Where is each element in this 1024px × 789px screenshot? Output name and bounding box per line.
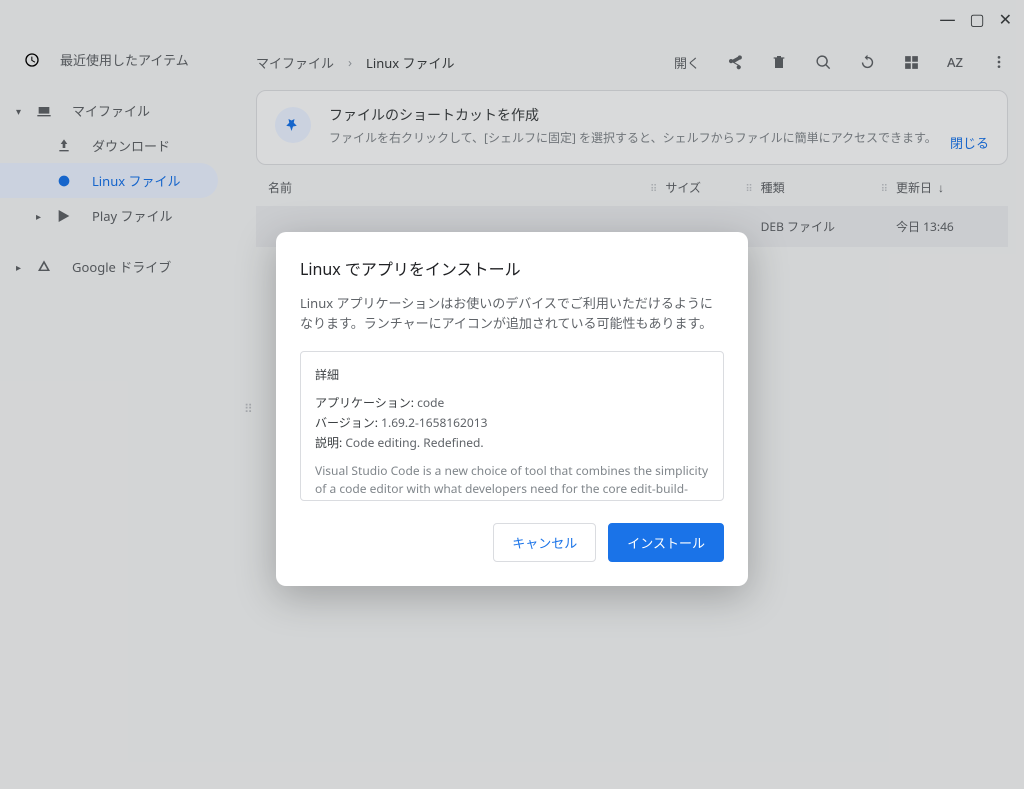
dialog-title: Linux でアプリをインストール [300,256,724,280]
long-description: Visual Studio Code is a new choice of to… [315,462,709,501]
details-label: 詳細 [315,366,709,384]
install-dialog: Linux でアプリをインストール Linux アプリケーションはお使いのデバイ… [276,232,748,586]
app-row: アプリケーション: code [315,394,709,412]
dialog-description: Linux アプリケーションはお使いのデバイスでご利用いただけるようになります。… [300,294,724,333]
install-button[interactable]: インストール [608,523,724,562]
cancel-button[interactable]: キャンセル [493,523,596,562]
dialog-details: 詳細 アプリケーション: code バージョン: 1.69.2-16581620… [300,351,724,501]
desc-row: 説明: Code editing. Redefined. [315,434,709,452]
version-row: バージョン: 1.69.2-1658162013 [315,414,709,432]
modal-overlay: Linux でアプリをインストール Linux アプリケーションはお使いのデバイ… [0,0,1024,789]
dialog-actions: キャンセル インストール [300,523,724,562]
